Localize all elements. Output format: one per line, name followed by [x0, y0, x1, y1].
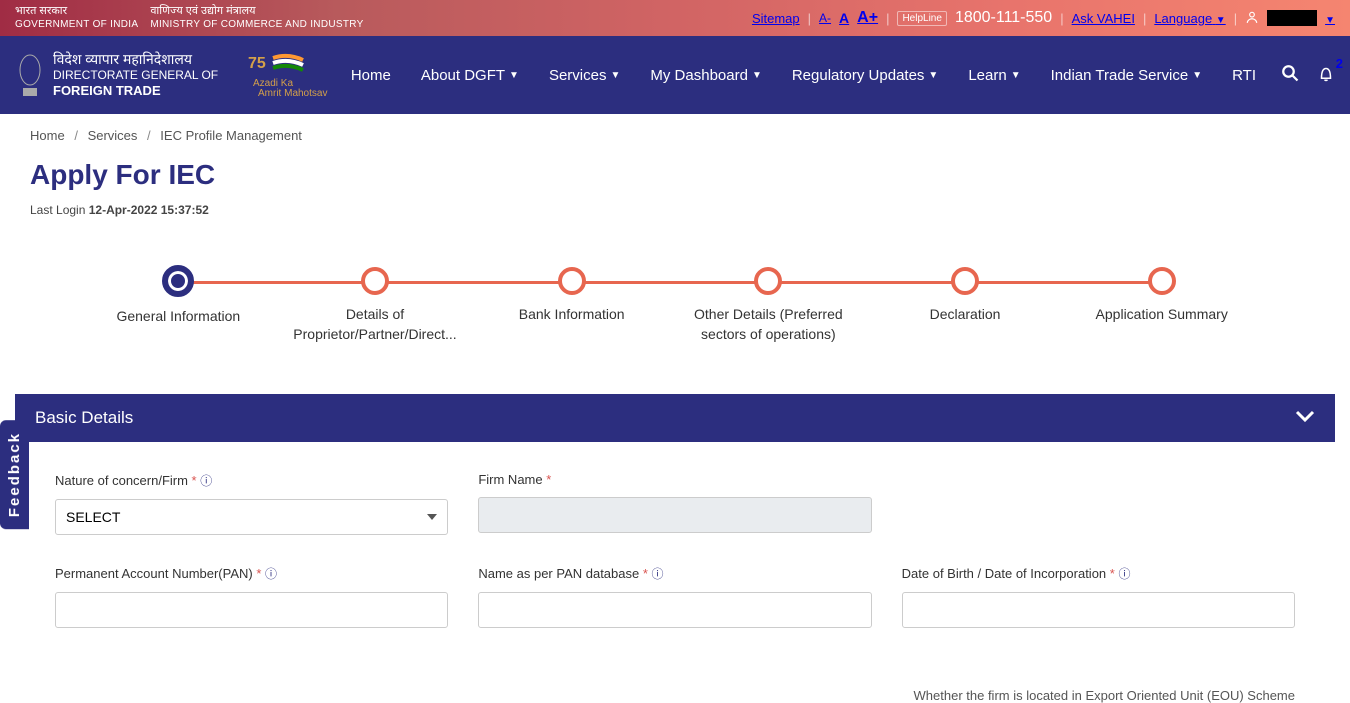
nav-rti[interactable]: RTI: [1232, 67, 1256, 84]
info-icon[interactable]: ⓘ: [265, 567, 277, 581]
dgft-logo-text: विदेश व्यापार महानिदेशालय DIRECTORATE GE…: [53, 50, 218, 101]
breadcrumb-current: IEC Profile Management: [160, 128, 302, 143]
feedback-button[interactable]: Feedback: [0, 420, 29, 529]
gov-identity: भारत सरकार GOVERNMENT OF INDIA वाणिज्य ए…: [15, 5, 364, 30]
search-icon[interactable]: [1281, 64, 1299, 87]
breadcrumb: Home / Services / IEC Profile Management: [0, 114, 1350, 151]
nature-of-firm-select[interactable]: SELECT: [55, 499, 448, 535]
breadcrumb-services[interactable]: Services: [88, 128, 138, 143]
step-declaration[interactable]: Declaration: [867, 267, 1064, 344]
nav-services[interactable]: Services▼: [549, 67, 620, 84]
top-utility-links: Sitemap | A- A A+ | HelpLine 1800-111-55…: [752, 9, 1335, 27]
panel-title: Basic Details: [35, 408, 133, 428]
ashoka-emblem-icon: [15, 50, 45, 100]
notification-bell-icon[interactable]: 2: [1317, 64, 1335, 87]
pan-name-input[interactable]: [478, 592, 871, 628]
nav-dashboard[interactable]: My Dashboard▼: [650, 67, 761, 84]
username-redacted: [1267, 10, 1317, 26]
ask-vahei-link[interactable]: Ask VAHEI: [1072, 11, 1135, 26]
nav-regulatory[interactable]: Regulatory Updates▼: [792, 67, 938, 84]
chevron-down-icon: [1295, 408, 1315, 428]
page-title: Apply For IEC: [0, 151, 1350, 199]
basic-details-panel-header[interactable]: Basic Details: [15, 394, 1335, 442]
font-increase[interactable]: A+: [857, 9, 878, 27]
pan-input[interactable]: [55, 592, 448, 628]
user-icon: [1245, 10, 1259, 27]
dob-input[interactable]: [902, 592, 1295, 628]
step-summary[interactable]: Application Summary: [1063, 267, 1260, 344]
step-bank-info[interactable]: Bank Information: [473, 267, 670, 344]
firm-name-label: Firm Name *: [478, 472, 871, 487]
pan-name-label: Name as per PAN database * ⓘ: [478, 565, 871, 582]
helpline-badge: HelpLine: [897, 11, 946, 26]
last-login: Last Login 12-Apr-2022 15:37:52: [0, 199, 1350, 237]
nav-learn[interactable]: Learn▼: [968, 67, 1020, 84]
main-nav: विदेश व्यापार महानिदेशालय DIRECTORATE GE…: [0, 36, 1350, 114]
helpline-number: 1800-111-550: [955, 9, 1052, 27]
firm-name-input[interactable]: [478, 497, 871, 533]
breadcrumb-home[interactable]: Home: [30, 128, 65, 143]
ministry-hindi: वाणिज्य एवं उद्योग मंत्रालय: [150, 5, 363, 18]
info-icon[interactable]: ⓘ: [1118, 567, 1130, 581]
nav-its[interactable]: Indian Trade Service▼: [1051, 67, 1202, 84]
nav-links: Home About DGFT▼ Services▼ My Dashboard▼…: [351, 67, 1256, 84]
step-proprietor-details[interactable]: Details of Proprietor/Partner/Direct...: [277, 267, 474, 344]
step-general-info[interactable]: General Information: [80, 267, 277, 344]
progress-stepper: General Information Details of Proprieto…: [0, 237, 1350, 374]
gov-eng: GOVERNMENT OF INDIA: [15, 19, 138, 31]
font-default[interactable]: A: [839, 10, 849, 26]
info-icon[interactable]: ⓘ: [652, 567, 664, 581]
ministry-eng: MINISTRY OF COMMERCE AND INDUSTRY: [150, 19, 363, 31]
gov-hindi: भारत सरकार: [15, 5, 138, 18]
svg-text:Amrit Mahotsav: Amrit Mahotsav: [258, 88, 327, 98]
language-dropdown[interactable]: Language ▼: [1154, 11, 1225, 26]
info-icon[interactable]: ⓘ: [200, 474, 212, 488]
svg-text:75: 75: [248, 55, 266, 72]
user-menu-dropdown[interactable]: ▼: [1325, 11, 1335, 26]
basic-details-panel-body: Nature of concern/Firm * ⓘ SELECT Firm N…: [15, 442, 1335, 688]
notification-count: 2: [1336, 56, 1343, 71]
font-decrease[interactable]: A-: [819, 11, 831, 25]
nature-of-firm-label: Nature of concern/Firm * ⓘ: [55, 472, 448, 489]
nav-home[interactable]: Home: [351, 67, 391, 84]
gov-top-bar: भारत सरकार GOVERNMENT OF INDIA वाणिज्य ए…: [0, 0, 1350, 36]
sitemap-link[interactable]: Sitemap: [752, 11, 800, 26]
step-other-details[interactable]: Other Details (Preferred sectors of oper…: [670, 267, 867, 344]
eou-hint: Whether the firm is located in Export Or…: [15, 688, 1335, 703]
pan-label: Permanent Account Number(PAN) * ⓘ: [55, 565, 448, 582]
dob-label: Date of Birth / Date of Incorporation * …: [902, 565, 1295, 582]
azadi-mahotsav-logo: 75 Azadi Ka Amrit Mahotsav: [248, 48, 348, 103]
nav-about[interactable]: About DGFT▼: [421, 67, 519, 84]
